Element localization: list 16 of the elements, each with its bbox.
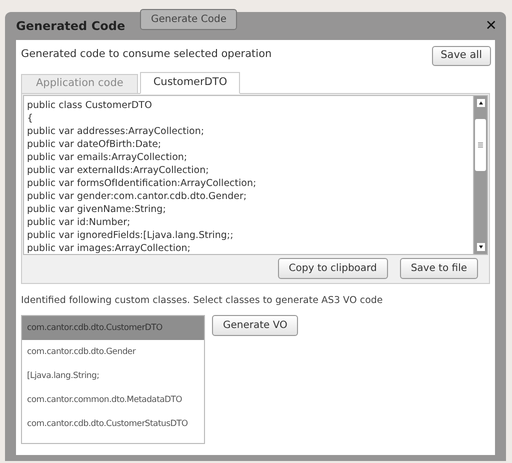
scroll-down-icon[interactable] <box>476 243 484 251</box>
description-text: Generated code to consume selected operation <box>21 47 272 62</box>
class-list-item[interactable]: com.cantor.cdb.dto.CustomerDTO <box>22 316 204 340</box>
close-button[interactable]: ✕ <box>485 16 497 36</box>
code-action-button[interactable]: Copy to clipboard <box>278 258 388 279</box>
save-all-button[interactable]: Save all <box>432 46 491 66</box>
scroll-up-icon[interactable] <box>476 99 484 107</box>
classes-hint-text: Identified following custom classes. Select classes to generate AS3 VO code <box>21 294 384 308</box>
class-list[interactable]: com.cantor.cdb.dto.CustomerDTO com.cantor.cdb.dto.Gender [Ljava.lang.String; com.cantor.common.dto.MetadataDTO com.cantor.cdb.dto.CustomerStatusDTO <box>21 315 205 444</box>
tab[interactable]: CustomerDTO <box>140 72 240 94</box>
background-button[interactable]: Generate Code <box>140 9 238 30</box>
window-title: Generated Code <box>16 18 126 35</box>
code-action-button[interactable]: Save to file <box>400 258 478 279</box>
scrollbar[interactable] <box>473 96 487 254</box>
generate-vo-button[interactable]: Generate VO <box>212 315 298 336</box>
scroll-thumb[interactable] <box>475 119 486 171</box>
